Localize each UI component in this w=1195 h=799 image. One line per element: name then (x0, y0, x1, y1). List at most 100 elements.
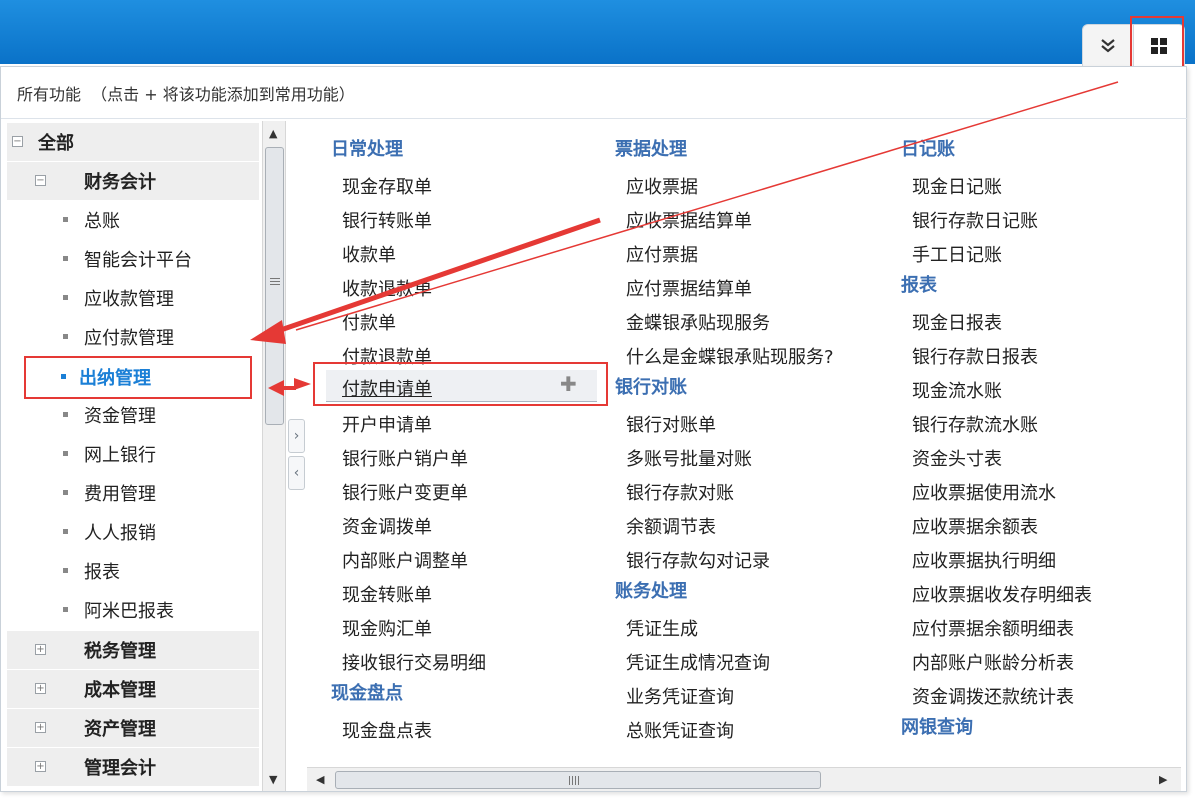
function-item[interactable]: 现金盘点表 (342, 717, 432, 743)
function-item[interactable]: 多账号批量对账 (626, 445, 752, 471)
tree-item[interactable]: 报表 (7, 552, 259, 590)
function-item[interactable]: 应收票据收发存明细表 (912, 581, 1092, 607)
function-item[interactable]: 银行存款日记账 (912, 207, 1038, 233)
collapse-left-button[interactable]: ‹ (288, 456, 305, 490)
function-item[interactable]: 金蝶银承贴现服务 (626, 309, 770, 335)
function-item[interactable]: 应收票据 (626, 173, 698, 199)
bullet-icon (63, 529, 68, 534)
tree-item[interactable]: 阿米巴报表 (7, 591, 259, 629)
panel-header: 所有功能 （点击 + 将该功能添加到常用功能） (17, 85, 355, 104)
tree-item[interactable]: 资金管理 (7, 396, 259, 434)
function-item[interactable]: 现金日报表 (912, 309, 1002, 335)
function-item[interactable]: 应收票据余额表 (912, 513, 1038, 539)
function-item[interactable]: 应收票据结算单 (626, 207, 752, 233)
scrollbar-thumb[interactable] (335, 771, 821, 789)
tree-item[interactable]: 网上银行 (7, 435, 259, 473)
tree-item[interactable]: 应付款管理 (7, 318, 259, 356)
function-item[interactable]: 付款单 (342, 309, 396, 335)
tree-node-label: 全部 (38, 133, 74, 154)
function-item[interactable]: 银行存款勾对记录 (626, 547, 770, 573)
tree-item-label: 应付款管理 (84, 328, 174, 349)
function-item[interactable]: 收款退款单 (342, 275, 432, 301)
expand-icon[interactable]: + (35, 644, 46, 655)
expand-icon[interactable]: + (35, 761, 46, 772)
function-item[interactable]: 应收票据执行明细 (912, 547, 1056, 573)
scroll-right-icon[interactable]: ▶ (1159, 773, 1167, 786)
function-item[interactable]: 现金日记账 (912, 173, 1002, 199)
tree-item-label: 阿米巴报表 (84, 601, 174, 622)
section-title: 账务处理 (615, 581, 687, 602)
tree-node-cost[interactable]: + 成本管理 (7, 670, 259, 708)
tree-item-label: 资金管理 (84, 406, 156, 427)
bullet-icon (63, 607, 68, 612)
scrollbar-thumb[interactable] (265, 147, 284, 425)
function-item[interactable]: 接收银行交易明细 (342, 649, 486, 675)
function-item[interactable]: 银行存款日报表 (912, 343, 1038, 369)
bullet-icon (63, 412, 68, 417)
tree-item[interactable]: 费用管理 (7, 474, 259, 512)
tree-item-label: 人人报销 (84, 523, 156, 544)
function-item[interactable]: 业务凭证查询 (626, 683, 734, 709)
function-item[interactable]: 银行账户变更单 (342, 479, 468, 505)
tree-node-management[interactable]: + 管理会计 (7, 748, 259, 786)
collapse-icon[interactable]: − (12, 136, 23, 147)
scroll-down-icon[interactable]: ▼ (269, 773, 277, 786)
function-item[interactable]: 内部账户调整单 (342, 547, 468, 573)
function-item[interactable]: 应付票据结算单 (626, 275, 752, 301)
function-item[interactable]: 银行对账单 (626, 411, 716, 437)
function-item[interactable]: 资金调拨单 (342, 513, 432, 539)
bullet-icon (63, 334, 68, 339)
bullet-icon (63, 451, 68, 456)
expand-button[interactable] (1082, 24, 1134, 66)
scroll-up-icon[interactable]: ▲ (269, 127, 277, 140)
function-item[interactable]: 现金购汇单 (342, 615, 432, 641)
function-tree: − 全部 − 财务会计 总账 智能会计平台 应收款管理 应付款管理 出纳管理 资… (7, 121, 259, 789)
tree-item-label: 网上银行 (84, 445, 156, 466)
function-item[interactable]: 开户申请单 (342, 411, 432, 437)
tree-node-label: 成本管理 (84, 680, 156, 701)
tree-node-root[interactable]: − 全部 (7, 123, 259, 161)
function-item[interactable]: 什么是金蝶银承贴现服务? (626, 343, 834, 369)
function-item[interactable]: 内部账户账龄分析表 (912, 649, 1074, 675)
function-item[interactable]: 应收票据使用流水 (912, 479, 1056, 505)
function-item[interactable]: 银行转账单 (342, 207, 432, 233)
function-item[interactable]: 手工日记账 (912, 241, 1002, 267)
bullet-icon (63, 295, 68, 300)
function-item[interactable]: 凭证生成情况查询 (626, 649, 770, 675)
top-bar (0, 0, 1195, 64)
tree-node-finance[interactable]: − 财务会计 (7, 162, 259, 200)
tree-node-asset[interactable]: + 资产管理 (7, 709, 259, 747)
section-title: 日记账 (901, 139, 955, 160)
tree-node-tax[interactable]: + 税务管理 (7, 631, 259, 669)
function-item[interactable]: 现金流水账 (912, 377, 1002, 403)
function-item[interactable]: 资金头寸表 (912, 445, 1002, 471)
function-item[interactable]: 应付票据余额明细表 (912, 615, 1074, 641)
tree-item-highlight (24, 356, 252, 399)
collapse-icon[interactable]: − (35, 175, 46, 186)
tree-item[interactable]: 总账 (7, 201, 259, 239)
tree-item[interactable]: 应收款管理 (7, 279, 259, 317)
double-chevron-down-icon (1101, 38, 1115, 52)
tree-item[interactable]: 人人报销 (7, 513, 259, 551)
all-functions-panel: 所有功能 （点击 + 将该功能添加到常用功能） − 全部 − 财务会计 总账 智… (0, 66, 1187, 792)
function-item-highlight (313, 362, 608, 406)
function-item[interactable]: 收款单 (342, 241, 396, 267)
content-scrollbar[interactable]: ◀ ▶ (307, 767, 1181, 791)
function-item[interactable]: 应付票据 (626, 241, 698, 267)
function-item[interactable]: 总账凭证查询 (626, 717, 734, 743)
function-item[interactable]: 现金转账单 (342, 581, 432, 607)
function-item[interactable]: 现金存取单 (342, 173, 432, 199)
tree-item-label: 总账 (84, 211, 120, 232)
function-item[interactable]: 余额调节表 (626, 513, 716, 539)
tree-scrollbar[interactable]: ▲ ▼ (262, 121, 286, 791)
scroll-left-icon[interactable]: ◀ (316, 773, 324, 786)
expand-right-button[interactable]: › (288, 419, 305, 453)
function-item[interactable]: 银行账户销户单 (342, 445, 468, 471)
function-item[interactable]: 银行存款流水账 (912, 411, 1038, 437)
function-item[interactable]: 资金调拨还款统计表 (912, 683, 1074, 709)
function-item[interactable]: 凭证生成 (626, 615, 698, 641)
function-item[interactable]: 银行存款对账 (626, 479, 734, 505)
expand-icon[interactable]: + (35, 683, 46, 694)
expand-icon[interactable]: + (35, 722, 46, 733)
tree-item[interactable]: 智能会计平台 (7, 240, 259, 278)
